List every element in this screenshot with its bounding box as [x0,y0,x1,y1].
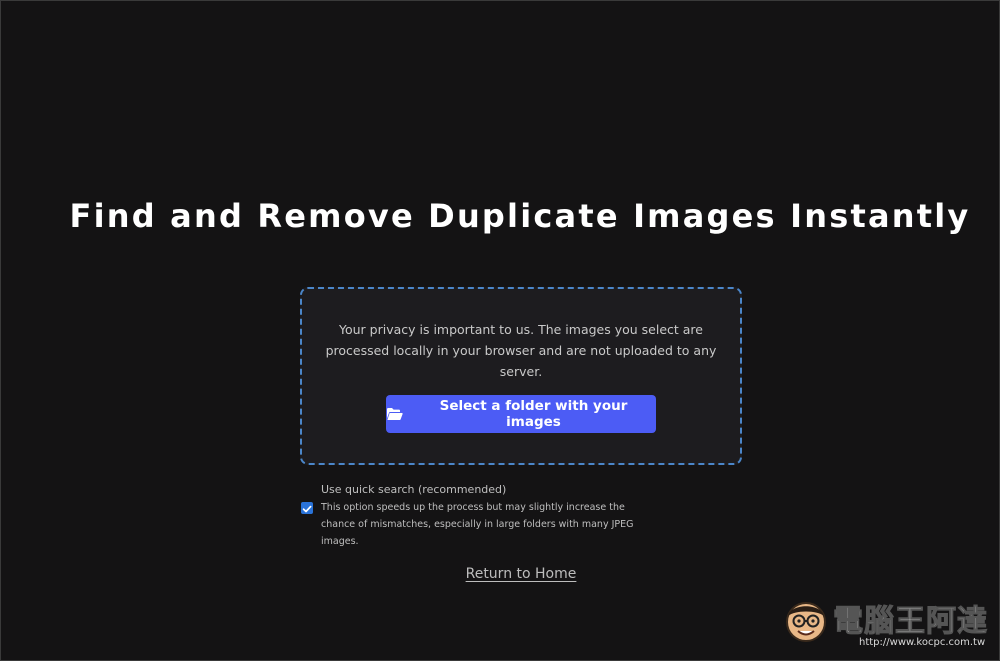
quick-search-label: Use quick search (recommended) [321,483,507,496]
app-window: Find and Remove Duplicate Images Instant… [0,0,1000,661]
select-folder-button[interactable]: Select a folder with your images [386,395,656,433]
watermark-logo-text: 電腦王阿達 [833,604,988,640]
quick-search-checkbox[interactable] [301,502,313,514]
mascot-logo-icon [783,598,829,644]
quick-search-description: This option speeds up the process but ma… [321,502,634,547]
site-watermark: 電腦王阿達 http://www.kocpc.com.tw [783,594,993,656]
page-title: Find and Remove Duplicate Images Instant… [69,197,971,235]
folder-dropzone[interactable]: Your privacy is important to us. The ima… [300,287,742,465]
privacy-notice: Your privacy is important to us. The ima… [325,322,717,379]
checkmark-icon [302,499,312,518]
return-home-link[interactable]: Return to Home [1,566,999,582]
folder-open-icon [386,407,403,421]
watermark-url: http://www.kocpc.com.tw [859,637,986,648]
select-folder-label: Select a folder with your images [439,398,628,430]
